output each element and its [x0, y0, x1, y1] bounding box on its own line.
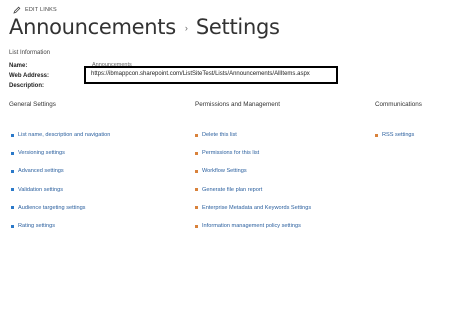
- delete-list-link[interactable]: Delete this list: [195, 126, 311, 144]
- bullet-icon: [195, 151, 198, 155]
- breadcrumb: Announcements › Settings: [9, 15, 280, 39]
- link-label: Validation settings: [18, 186, 63, 193]
- bullet-icon: [11, 206, 14, 210]
- link-label: Versioning settings: [18, 150, 65, 157]
- bullet-icon: [195, 224, 198, 228]
- link-label: Generate file plan report: [202, 186, 263, 193]
- information-management-policy-link[interactable]: Information management policy settings: [195, 217, 311, 235]
- web-address-row: Web Address:: [9, 71, 91, 81]
- link-label: Workflow Settings: [202, 168, 247, 175]
- bullet-icon: [195, 133, 198, 137]
- general-settings-heading: General Settings: [9, 101, 56, 108]
- list-name-description-link[interactable]: List name, description and navigation: [11, 126, 110, 144]
- edit-links-label: EDIT LINKS: [25, 6, 57, 13]
- list-information-table: Name: Web Address: Description:: [9, 61, 91, 91]
- generate-file-plan-report-link[interactable]: Generate file plan report: [195, 181, 311, 199]
- communications-heading: Communications: [375, 101, 422, 108]
- link-label: List name, description and navigation: [18, 132, 111, 139]
- bullet-icon: [195, 169, 198, 173]
- bullet-icon: [11, 133, 14, 137]
- web-address-label: Web Address:: [9, 73, 50, 79]
- permissions-for-list-link[interactable]: Permissions for this list: [195, 144, 311, 162]
- description-row: Description:: [9, 81, 91, 91]
- breadcrumb-list-link[interactable]: Announcements: [9, 15, 176, 39]
- link-label: Enterprise Metadata and Keywords Setting…: [202, 204, 312, 211]
- general-settings-list: List name, description and navigation Ve…: [11, 126, 110, 235]
- link-label: Rating settings: [18, 223, 56, 230]
- bullet-icon: [195, 188, 198, 192]
- name-row: Name:: [9, 61, 91, 71]
- permissions-management-heading: Permissions and Management: [195, 101, 281, 108]
- link-label: Information management policy settings: [202, 223, 301, 230]
- bullet-icon: [375, 133, 378, 137]
- rss-settings-link[interactable]: RSS settings: [375, 126, 414, 144]
- enterprise-metadata-keywords-link[interactable]: Enterprise Metadata and Keywords Setting…: [195, 199, 311, 217]
- link-label: Delete this list: [202, 132, 237, 139]
- versioning-settings-link[interactable]: Versioning settings: [11, 144, 110, 162]
- breadcrumb-separator-icon: ›: [184, 23, 188, 33]
- bullet-icon: [11, 169, 14, 173]
- communications-list: RSS settings: [375, 126, 414, 144]
- audience-targeting-settings-link[interactable]: Audience targeting settings: [11, 199, 110, 217]
- bullet-icon: [195, 206, 198, 210]
- advanced-settings-link[interactable]: Advanced settings: [11, 162, 110, 180]
- workflow-settings-link[interactable]: Workflow Settings: [195, 162, 311, 180]
- edit-links-button[interactable]: EDIT LINKS: [12, 5, 57, 14]
- permissions-management-list: Delete this list Permissions for this li…: [195, 126, 311, 235]
- link-label: Audience targeting settings: [18, 204, 86, 211]
- page-title: Settings: [195, 15, 280, 39]
- web-address-value: https://ibmappcon.sharepoint.com/ListSit…: [91, 71, 310, 77]
- link-label: RSS settings: [382, 132, 415, 139]
- bullet-icon: [11, 151, 14, 155]
- rating-settings-link[interactable]: Rating settings: [11, 217, 110, 235]
- bullet-icon: [11, 224, 14, 228]
- description-label: Description:: [9, 83, 45, 89]
- list-information-heading: List Information: [9, 50, 51, 56]
- name-label: Name:: [9, 63, 28, 69]
- link-label: Advanced settings: [18, 168, 64, 175]
- pencil-icon: [12, 5, 21, 14]
- bullet-icon: [11, 188, 14, 192]
- validation-settings-link[interactable]: Validation settings: [11, 181, 110, 199]
- link-label: Permissions for this list: [202, 150, 260, 157]
